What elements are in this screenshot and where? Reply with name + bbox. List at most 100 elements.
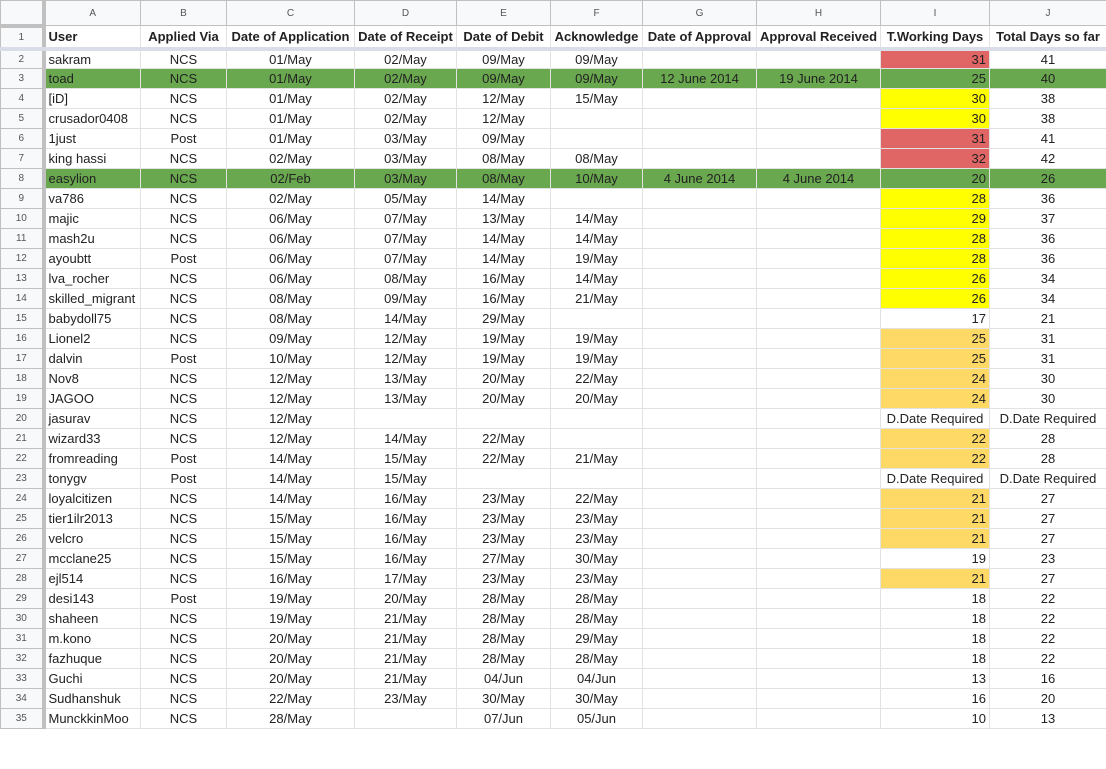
cell-user[interactable]: easylion [43,168,141,189]
cell-total-days[interactable]: 20 [989,688,1106,709]
row-number[interactable]: 3 [0,68,46,89]
cell-date-of-application[interactable]: 09/May [226,328,355,349]
cell-date-of-receipt[interactable]: 02/May [354,48,457,69]
cell-date-of-application[interactable]: 06/May [226,268,355,289]
cell-date-of-receipt[interactable]: 12/May [354,328,457,349]
cell-approval-received[interactable] [756,668,881,689]
cell-date-of-debit[interactable]: 23/May [456,568,551,589]
cell-date-of-approval[interactable] [642,388,757,409]
cell-approval-received[interactable] [756,368,881,389]
cell-date-of-approval[interactable] [642,508,757,529]
cell-date-of-debit[interactable]: 27/May [456,548,551,569]
cell-date-of-application[interactable]: 14/May [226,488,355,509]
cell-applied-via[interactable]: NCS [140,268,227,289]
cell-date-of-debit[interactable]: 12/May [456,108,551,129]
cell-user[interactable]: va786 [43,188,141,209]
cell-applied-via[interactable]: NCS [140,708,227,729]
row-number[interactable]: 15 [0,308,46,329]
header-cell-applied-via[interactable]: Applied Via [140,25,227,51]
cell-working-days[interactable]: 18 [880,608,990,629]
cell-working-days[interactable]: 17 [880,308,990,329]
column-header-c[interactable]: C [226,0,355,26]
cell-date-of-approval[interactable] [642,648,757,669]
cell-applied-via[interactable]: NCS [140,308,227,329]
cell-acknowledge[interactable]: 09/May [550,48,643,69]
row-number[interactable]: 8 [0,168,46,189]
cell-acknowledge[interactable] [550,128,643,149]
cell-date-of-receipt[interactable]: 21/May [354,668,457,689]
row-number[interactable]: 5 [0,108,46,129]
cell-date-of-receipt[interactable]: 14/May [354,428,457,449]
row-number[interactable]: 29 [0,588,46,609]
cell-applied-via[interactable]: NCS [140,368,227,389]
cell-date-of-receipt[interactable]: 07/May [354,228,457,249]
cell-date-of-application[interactable]: 20/May [226,668,355,689]
cell-date-of-approval[interactable] [642,248,757,269]
cell-date-of-receipt[interactable]: 09/May [354,288,457,309]
cell-acknowledge[interactable]: 10/May [550,168,643,189]
row-number[interactable]: 25 [0,508,46,529]
cell-applied-via[interactable]: NCS [140,488,227,509]
cell-total-days[interactable]: 36 [989,228,1106,249]
cell-user[interactable]: Guchi [43,668,141,689]
cell-acknowledge[interactable]: 19/May [550,248,643,269]
cell-approval-received[interactable] [756,188,881,209]
cell-user[interactable]: [iD] [43,88,141,109]
cell-total-days[interactable]: 28 [989,448,1106,469]
cell-total-days[interactable]: 21 [989,308,1106,329]
cell-acknowledge[interactable]: 29/May [550,628,643,649]
cell-date-of-approval[interactable] [642,428,757,449]
header-cell-date-of-application[interactable]: Date of Application [226,25,355,51]
cell-user[interactable]: majic [43,208,141,229]
cell-user[interactable]: ejl514 [43,568,141,589]
cell-acknowledge[interactable]: 14/May [550,228,643,249]
cell-date-of-application[interactable]: 06/May [226,208,355,229]
cell-approval-received[interactable]: 4 June 2014 [756,168,881,189]
cell-total-days[interactable]: 27 [989,488,1106,509]
cell-date-of-debit[interactable]: 19/May [456,348,551,369]
cell-total-days[interactable]: 22 [989,648,1106,669]
cell-date-of-application[interactable]: 08/May [226,288,355,309]
cell-date-of-application[interactable]: 16/May [226,568,355,589]
cell-approval-received[interactable] [756,528,881,549]
cell-date-of-application[interactable]: 01/May [226,68,355,89]
cell-date-of-receipt[interactable]: 15/May [354,468,457,489]
cell-total-days[interactable]: 27 [989,528,1106,549]
cell-date-of-debit[interactable]: 14/May [456,188,551,209]
cell-date-of-receipt[interactable]: 14/May [354,308,457,329]
cell-working-days[interactable]: 24 [880,388,990,409]
cell-total-days[interactable]: 30 [989,388,1106,409]
cell-total-days[interactable]: 36 [989,248,1106,269]
cell-acknowledge[interactable]: 30/May [550,548,643,569]
cell-total-days[interactable]: 27 [989,508,1106,529]
cell-approval-received[interactable] [756,548,881,569]
cell-date-of-debit[interactable]: 28/May [456,628,551,649]
cell-approval-received[interactable] [756,108,881,129]
cell-date-of-debit[interactable]: 13/May [456,208,551,229]
cell-total-days[interactable]: 37 [989,208,1106,229]
cell-date-of-application[interactable]: 20/May [226,628,355,649]
cell-date-of-debit[interactable]: 28/May [456,608,551,629]
cell-date-of-debit[interactable]: 20/May [456,368,551,389]
cell-date-of-receipt[interactable]: 02/May [354,88,457,109]
cell-acknowledge[interactable]: 14/May [550,268,643,289]
cell-acknowledge[interactable] [550,408,643,429]
cell-date-of-approval[interactable] [642,208,757,229]
cell-date-of-debit[interactable]: 07/Jun [456,708,551,729]
cell-date-of-debit[interactable]: 14/May [456,248,551,269]
header-cell-acknowledge[interactable]: Acknowledge [550,25,643,51]
cell-date-of-approval[interactable] [642,588,757,609]
cell-user[interactable]: crusador0408 [43,108,141,129]
cell-date-of-application[interactable]: 14/May [226,448,355,469]
cell-working-days[interactable]: 26 [880,288,990,309]
cell-total-days[interactable]: 40 [989,68,1106,89]
cell-user[interactable]: skilled_migrant [43,288,141,309]
cell-approval-received[interactable] [756,588,881,609]
cell-user[interactable]: babydoll75 [43,308,141,329]
cell-working-days[interactable]: 20 [880,168,990,189]
cell-date-of-receipt[interactable]: 07/May [354,208,457,229]
cell-date-of-debit[interactable]: 08/May [456,168,551,189]
cell-date-of-approval[interactable] [642,628,757,649]
cell-applied-via[interactable]: NCS [140,508,227,529]
cell-working-days[interactable]: 32 [880,148,990,169]
